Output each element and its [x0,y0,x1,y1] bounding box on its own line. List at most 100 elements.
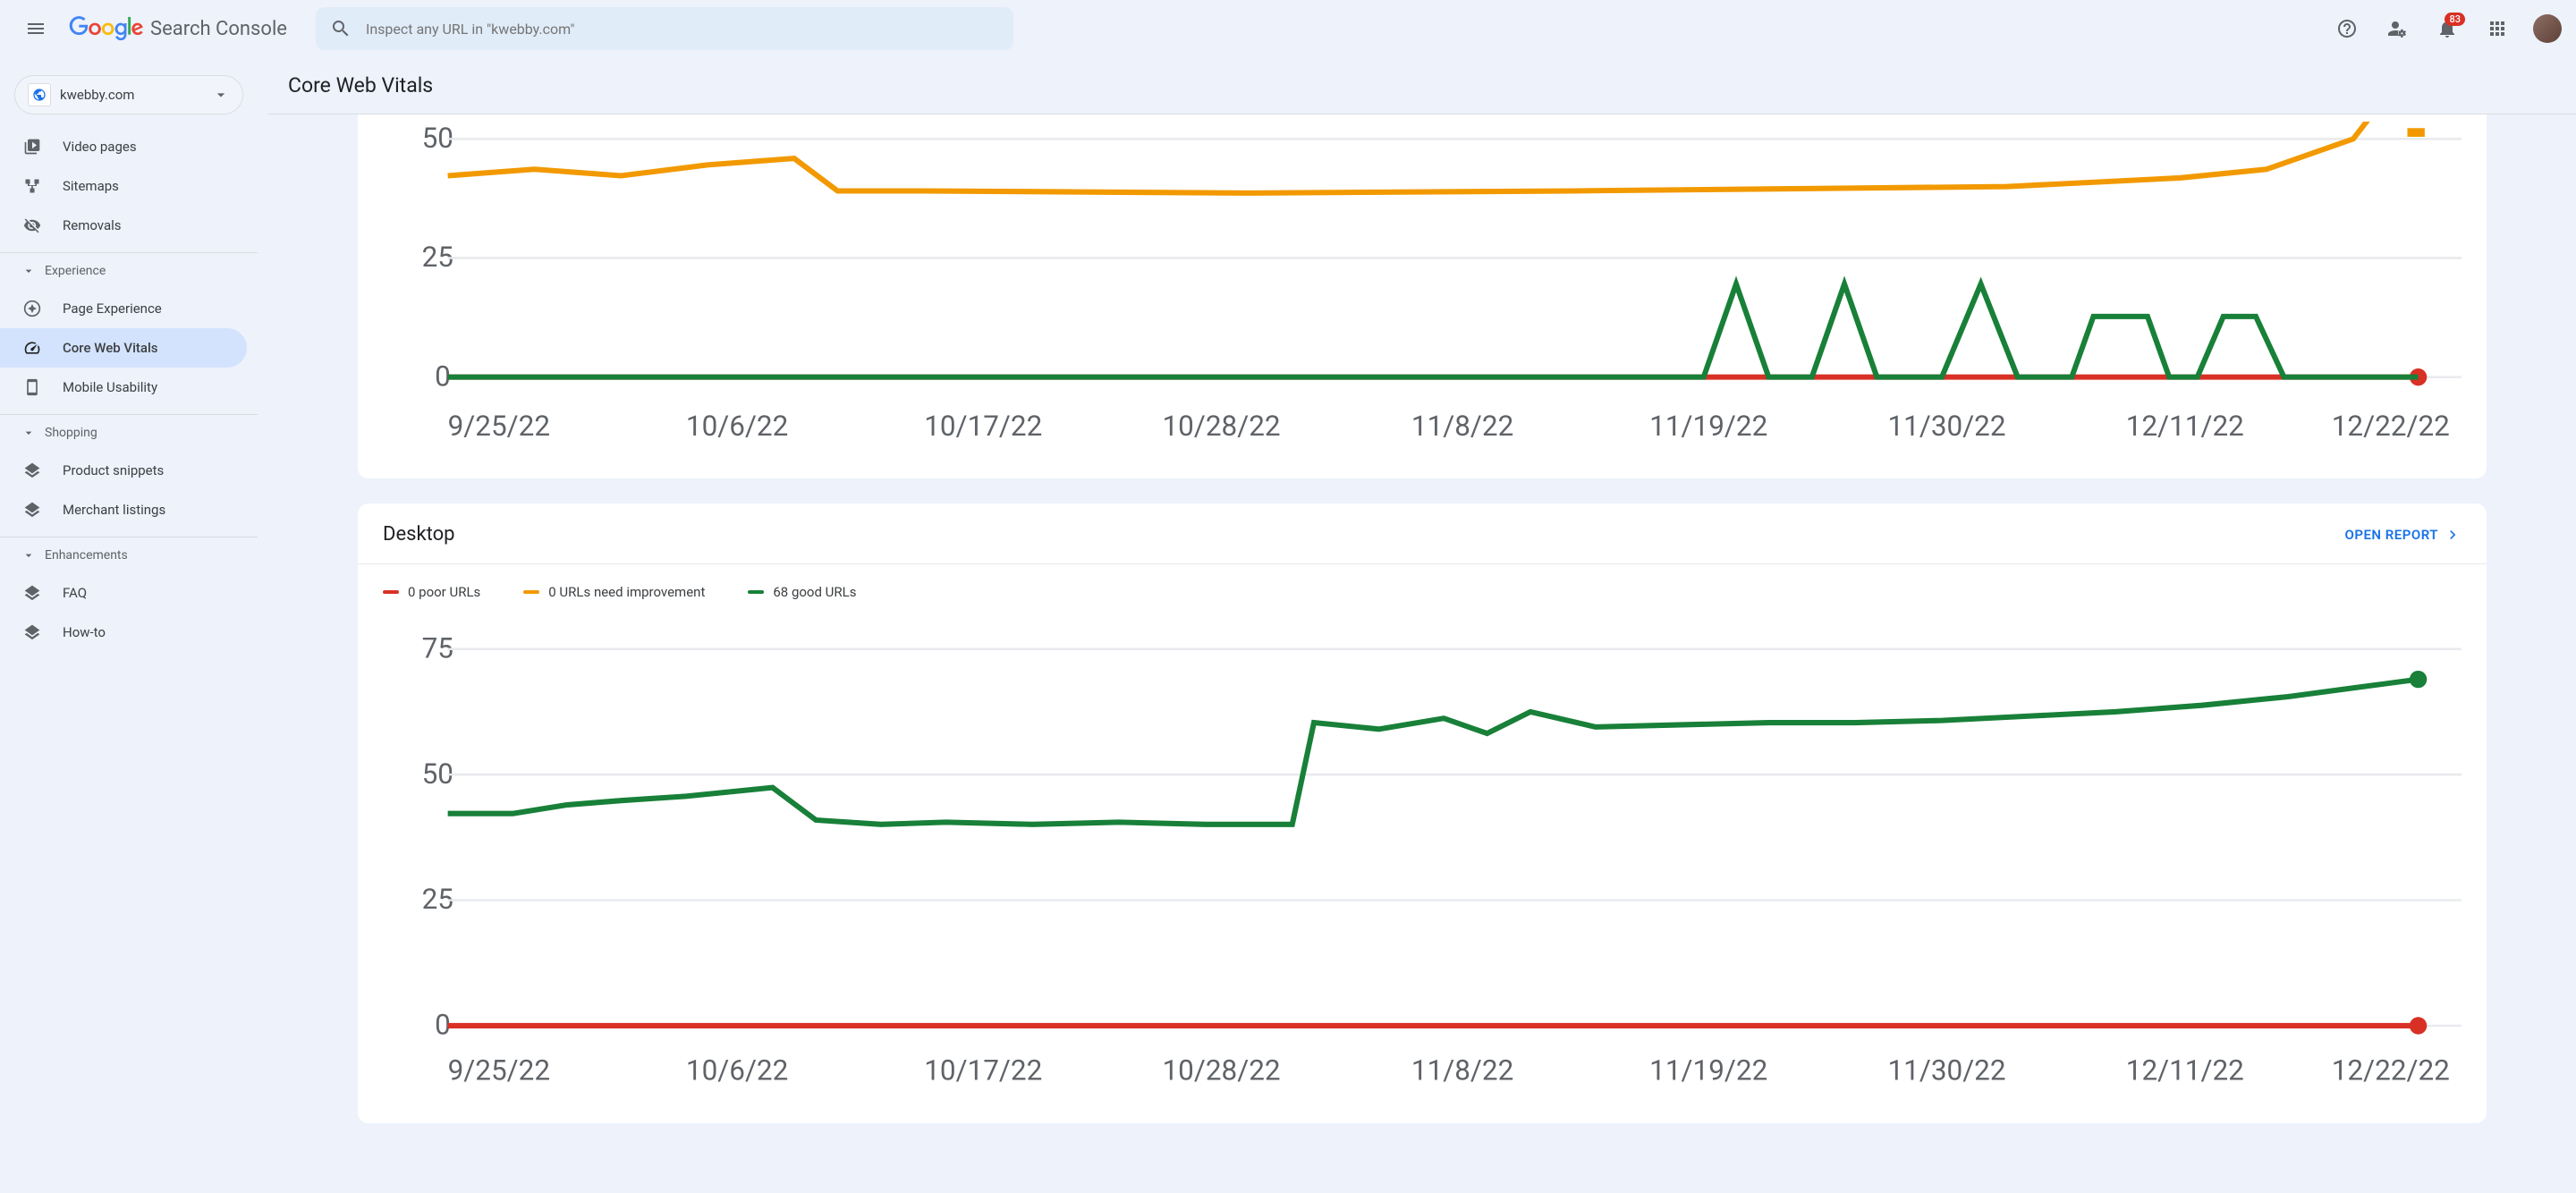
main-content: Core Web Vitals 50 25 0 [268,57,2576,1193]
help-button[interactable] [2326,7,2368,50]
sidebar-item-sitemaps[interactable]: Sitemaps [0,166,247,206]
sidebar-item-howto[interactable]: How-to [0,613,247,652]
desktop-chart: 75 50 25 0 9/25/22 10/6/22 1 [358,607,2487,1123]
search-input[interactable] [366,21,999,38]
xtick: 11/19/22 [1649,1054,1767,1087]
chart-legend: 0 poor URLs 0 URLs need improvement 68 g… [358,563,2487,607]
chevron-down-icon [21,426,36,440]
notifications-button[interactable]: 83 [2426,7,2469,50]
sidebar-item-label: Video pages [63,139,137,155]
xtick: 10/28/22 [1163,410,1281,443]
sitemap-icon [21,177,43,195]
sidebar-item-core-web-vitals[interactable]: Core Web Vitals [0,328,247,368]
help-icon [2336,18,2358,39]
visibility-off-icon [21,216,43,234]
google-logo-icon [68,16,145,41]
sidebar-item-faq[interactable]: FAQ [0,573,247,613]
property-selector[interactable]: kwebby.com [14,75,243,114]
header-actions: 83 [2326,7,2562,50]
legend-good: 68 good URLs [748,584,856,600]
sidebar: kwebby.com Video pages Sitemaps Removals… [0,57,268,1193]
legend-swatch-good [748,590,764,594]
legend-poor: 0 poor URLs [383,584,480,600]
section-experience[interactable]: Experience [0,252,258,289]
xtick: 10/6/22 [686,410,788,443]
compass-icon [21,300,43,317]
app-header: Search Console 83 [0,0,2576,57]
xtick: 10/28/22 [1163,1054,1281,1087]
layers-icon [21,461,43,479]
chevron-down-icon [21,264,36,278]
xtick: 12/11/22 [2126,410,2244,443]
hamburger-icon [25,18,47,39]
layers-icon [21,623,43,641]
speed-icon [21,339,43,357]
xtick: 11/30/22 [1887,1054,2005,1087]
sidebar-item-mobile-usability[interactable]: Mobile Usability [0,368,247,407]
product-logo[interactable]: Search Console [68,16,287,41]
legend-swatch-improve [523,590,539,594]
search-bar[interactable] [316,7,1013,50]
page-title: Core Web Vitals [268,57,2576,114]
mobile-chart-card: 50 25 0 9/25/22 10/6/22 [358,114,2487,478]
card-title: Desktop [383,523,455,546]
legend-swatch-poor [383,590,399,594]
sidebar-item-label: Page Experience [63,300,162,317]
mobile-chart: 50 25 0 9/25/22 10/6/22 [358,114,2487,478]
xtick: 12/22/22 [2332,1054,2450,1087]
xtick: 10/6/22 [686,1054,788,1087]
xtick: 12/22/22 [2332,410,2450,443]
globe-icon [28,83,51,106]
open-report-link[interactable]: OPEN REPORT [2345,526,2462,544]
section-label: Experience [45,264,106,278]
person-gear-icon [2386,18,2408,39]
notification-badge: 83 [2445,13,2465,26]
sidebar-item-label: Removals [63,217,122,233]
section-label: Shopping [45,426,97,440]
xtick: 11/19/22 [1649,410,1767,443]
apps-button[interactable] [2476,7,2519,50]
chevron-down-icon [212,86,230,104]
users-button[interactable] [2376,7,2419,50]
apps-grid-icon [2487,18,2508,39]
xtick: 11/8/22 [1411,410,1513,443]
legend-label: 0 URLs need improvement [548,584,705,600]
sidebar-item-label: Sitemaps [63,178,119,194]
smartphone-icon [21,378,43,396]
xtick: 12/11/22 [2126,1054,2244,1087]
sidebar-item-label: Mobile Usability [63,379,157,395]
sidebar-item-label: Product snippets [63,462,164,478]
layers-icon [21,501,43,519]
sidebar-item-merchant-listings[interactable]: Merchant listings [0,490,247,529]
chevron-down-icon [21,548,36,563]
sidebar-item-product-snippets[interactable]: Product snippets [0,451,247,490]
sidebar-item-removals[interactable]: Removals [0,206,247,245]
section-enhancements[interactable]: Enhancements [0,537,258,573]
legend-label: 0 poor URLs [408,584,480,600]
sidebar-item-page-experience[interactable]: Page Experience [0,289,247,328]
xtick: 9/25/22 [448,410,550,443]
xtick: 10/17/22 [924,410,1042,443]
xtick: 11/8/22 [1411,1054,1513,1087]
sidebar-item-video-pages[interactable]: Video pages [0,127,247,166]
desktop-chart-card: Desktop OPEN REPORT 0 poor URLs 0 URLs n… [358,503,2487,1123]
xtick: 10/17/22 [924,1054,1042,1087]
xtick: 9/25/22 [448,1054,550,1087]
sidebar-item-label: Merchant listings [63,502,165,518]
legend-improve: 0 URLs need improvement [523,584,705,600]
sidebar-item-label: How-to [63,624,106,640]
menu-button[interactable] [14,7,57,50]
chevron-right-icon [2444,526,2462,544]
xtick: 11/30/22 [1887,410,2005,443]
section-label: Enhancements [45,548,128,563]
product-name: Search Console [150,18,287,40]
legend-label: 68 good URLs [773,584,856,600]
section-shopping[interactable]: Shopping [0,414,258,451]
sidebar-item-label: Core Web Vitals [63,340,158,356]
video-icon [21,138,43,156]
search-icon [330,18,352,39]
open-report-label: OPEN REPORT [2345,527,2439,543]
layers-icon [21,584,43,602]
property-domain: kwebby.com [60,87,203,103]
account-avatar[interactable] [2533,14,2562,43]
